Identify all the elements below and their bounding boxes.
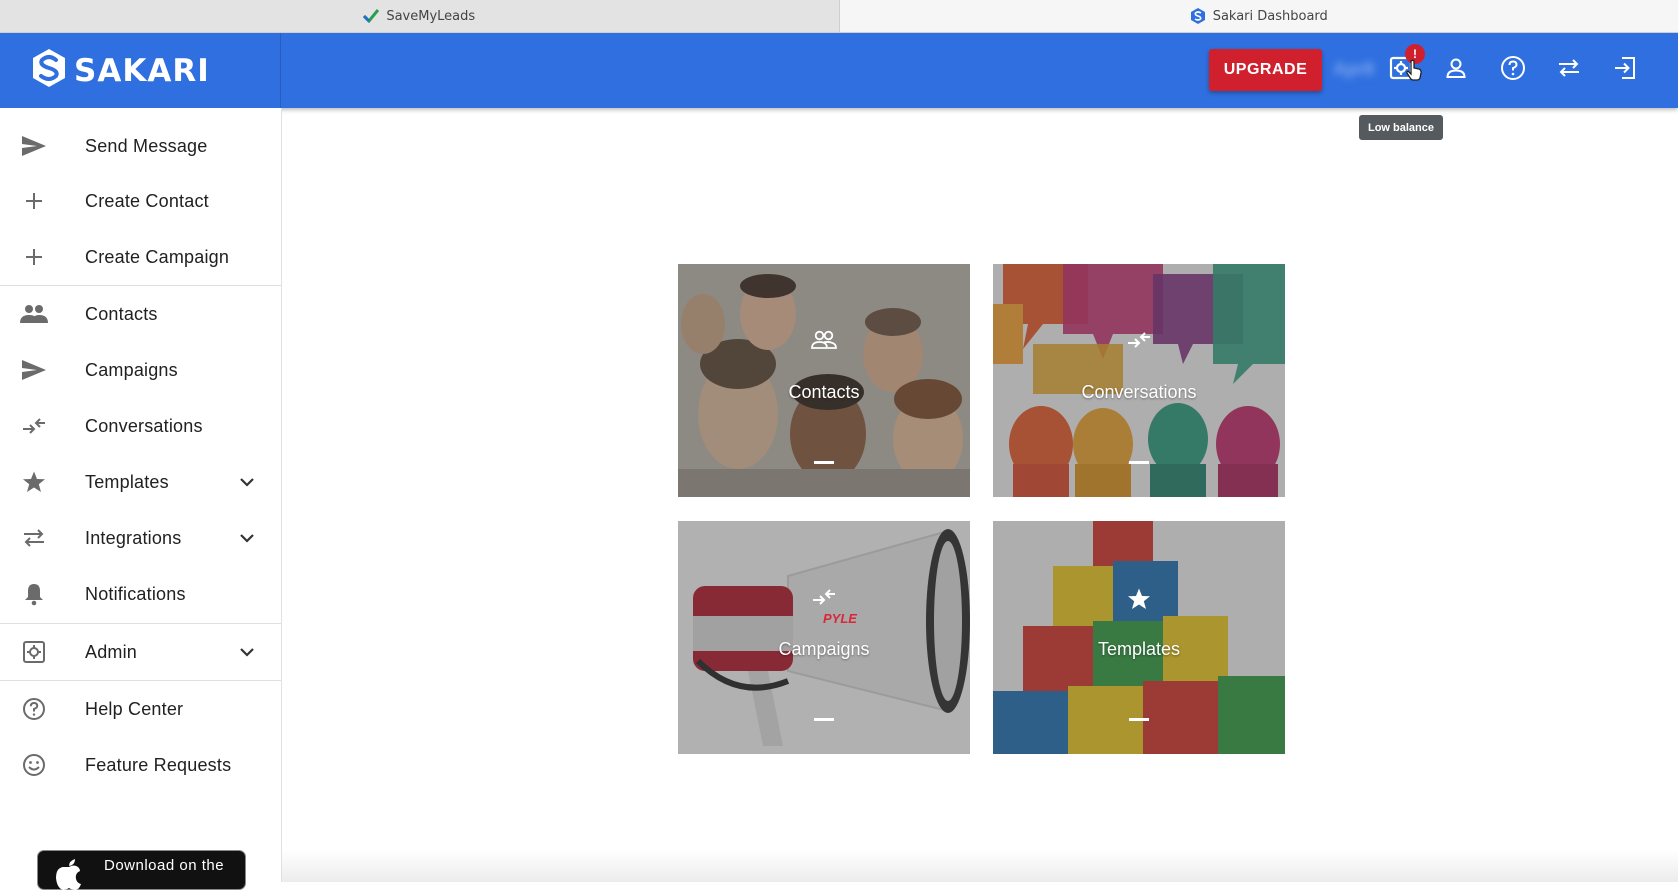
help-button[interactable] [1496,53,1530,87]
person-icon [1444,56,1468,85]
account-button[interactable] [1439,53,1473,87]
tile-dash [814,718,834,721]
account-balance: Apr8 [1333,59,1374,80]
sidebar-item-label: Campaigns [85,360,178,381]
plus-icon [20,243,48,271]
app-store-label: Download on the [104,857,224,874]
apple-logo-icon [54,859,84,896]
swap-arrows-icon [678,587,970,607]
people-outline-icon [678,330,970,350]
browser-tab-strip: SaveMyLeads Sakari Dashboard [0,0,1678,33]
tile-dash [1129,718,1149,721]
sidebar-item-feature-requests[interactable]: Feature Requests [0,737,281,793]
sakari-favicon-icon [1190,8,1206,24]
tile-conversations[interactable]: Conversations [993,264,1285,497]
sidebar-item-label: Feature Requests [85,755,231,776]
chevron-down-icon[interactable] [236,471,258,493]
sidebar-item-send-message[interactable]: Send Message [0,118,281,174]
logout-icon [1612,55,1638,86]
low-balance-tooltip: Low balance [1359,115,1443,140]
tile-contacts[interactable]: Contacts [678,264,970,497]
sidebar-item-contacts[interactable]: Contacts [0,286,281,342]
sidebar-item-label: Admin [85,642,137,663]
sidebar-item-label: Contacts [85,304,158,325]
logout-button[interactable] [1608,53,1642,87]
sidebar-item-create-contact[interactable]: Create Contact [0,173,281,229]
people-icon [20,300,48,328]
tile-label: Conversations [993,382,1285,403]
browser-tab-title: Sakari Dashboard [1213,9,1328,24]
checkmark-favicon-icon [363,8,379,24]
swap-horizontal-icon [20,524,48,552]
chevron-down-icon[interactable] [236,641,258,663]
bell-icon [20,580,48,608]
tile-label: Templates [993,639,1285,660]
sakari-logo-icon [32,48,66,93]
sidebar-item-integrations[interactable]: Integrations [0,510,281,566]
page-bottom-shade [282,850,1678,882]
send-icon [20,356,48,384]
sidebar-item-label: Create Contact [85,191,209,212]
sidebar-item-label: Help Center [85,699,183,720]
switch-account-button[interactable] [1552,53,1586,87]
sakari-logo[interactable]: SAKARI [0,33,281,108]
smiley-icon [20,751,48,779]
plus-icon [20,187,48,215]
tile-dash [1129,461,1149,464]
upgrade-button[interactable]: UPGRADE [1209,49,1322,91]
send-icon [20,132,48,160]
sidebar-item-label: Notifications [85,584,186,605]
sidebar-item-label: Send Message [85,136,207,157]
tile-label: Contacts [678,382,970,403]
pyle-brand-text: PYLE [823,611,857,626]
star-icon [20,468,48,496]
swap-horizontal-icon [1556,57,1582,84]
sidebar-item-help-center[interactable]: Help Center [0,681,281,737]
sidebar-item-label: Conversations [85,416,203,437]
swap-arrows-icon [20,412,48,440]
app-header: SAKARI UPGRADE Apr8 ! [0,33,1678,108]
tile-templates[interactable]: Templates [993,521,1285,754]
sidebar-item-templates[interactable]: Templates [0,454,281,510]
sidebar-item-campaigns[interactable]: Campaigns [0,342,281,398]
chevron-down-icon[interactable] [236,527,258,549]
browser-tab-savemyleads[interactable]: SaveMyLeads [0,0,840,32]
help-circle-icon [1500,55,1526,86]
admin-gear-icon [20,638,48,666]
logo-text: SAKARI [74,53,210,89]
sidebar-item-admin[interactable]: Admin [0,624,281,680]
swap-arrows-icon [993,330,1285,350]
sidebar-item-label: Create Campaign [85,247,229,268]
sidebar-item-label: Integrations [85,528,181,549]
help-circle-icon [20,695,48,723]
sidebar-item-label: Templates [85,472,169,493]
hand-cursor-icon [1405,59,1423,86]
tile-campaigns[interactable]: PYLE Campaigns [678,521,970,754]
tile-label: Campaigns [678,639,970,660]
sidebar-item-notifications[interactable]: Notifications [0,566,281,622]
tile-dash [814,461,834,464]
sidebar-item-conversations[interactable]: Conversations [0,398,281,454]
browser-tab-sakari-dashboard[interactable]: Sakari Dashboard [840,0,1678,32]
browser-tab-title: SaveMyLeads [386,9,475,24]
app-store-badge[interactable]: Download on the [37,850,246,890]
sidebar-item-create-campaign[interactable]: Create Campaign [0,229,281,285]
star-icon [993,587,1285,611]
